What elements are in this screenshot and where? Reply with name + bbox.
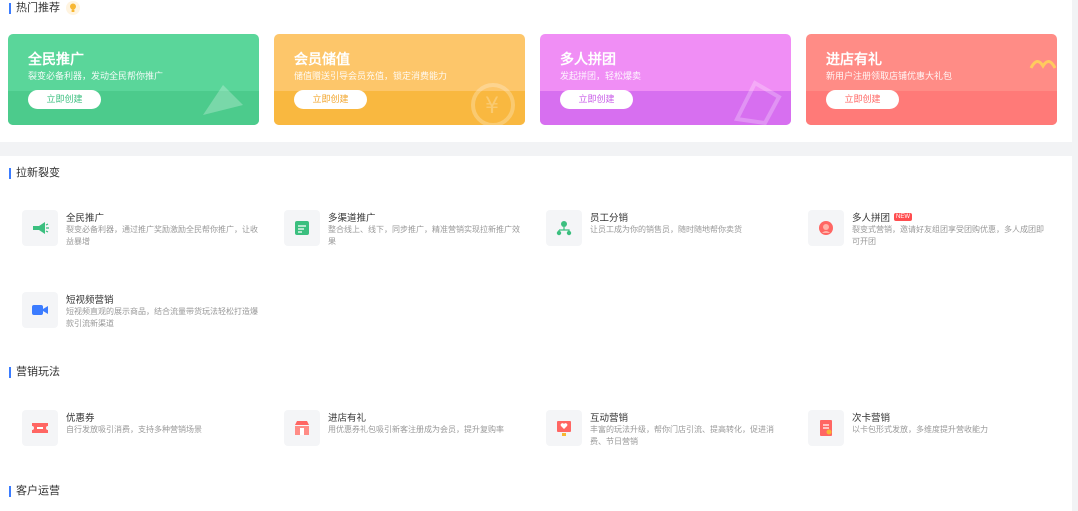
org-icon <box>546 210 582 246</box>
gift-ribbon-icon <box>1029 60 1057 69</box>
megaphone-icon <box>22 210 58 246</box>
section-title-customer-ops: 客户运营 <box>9 484 60 498</box>
card-title: 多人拼团 <box>560 51 616 67</box>
feature-name: 员工分销 <box>590 210 628 224</box>
feature-desc: 整合线上、线下，同步推广，精准营销实现拉新推广效果 <box>328 225 520 246</box>
create-promote-button[interactable]: 立即创建 <box>28 90 101 109</box>
feature-name-text: 多人拼团 <box>852 213 891 224</box>
feature-name-text: 员工分销 <box>590 213 629 224</box>
channel-icon <box>284 210 320 246</box>
feature-promote[interactable]: 全民推广 裂变必备利器，通过推广奖励激励全民帮你推广，让收益暴增 <box>22 210 262 250</box>
tools-panel: 拉新裂变 全民推广 裂变必备利器，通过推广奖励激励全民帮你推广，让收益暴增 多渠… <box>0 156 1072 511</box>
title-accent-bar <box>9 167 11 179</box>
feature-name: 多人拼团 NEW <box>852 210 913 224</box>
card-store-gift[interactable]: 进店有礼 新用户注册领取店铺优惠大礼包 立即创建 <box>806 34 1057 125</box>
card-subtitle: 裂变必备利器，发动全民帮你推广 <box>28 71 164 81</box>
section-title-marketing: 营销玩法 <box>9 365 60 379</box>
feature-desc: 丰富的玩法升级，帮你门店引流、提高转化，促进消费、节日营销 <box>590 425 774 446</box>
feature-name-text: 进店有礼 <box>328 413 367 424</box>
feature-coupon[interactable]: 优惠券 自行发放吸引消费，支持多种营销场景 <box>22 410 262 450</box>
card-subtitle: 新用户注册领取店铺优惠大礼包 <box>826 71 953 81</box>
title-accent-bar <box>9 2 11 14</box>
feature-name: 进店有礼 <box>328 410 366 424</box>
feature-desc: 以卡包形式发放，多维度提升营收能力 <box>852 425 988 434</box>
feature-times-card[interactable]: 次卡营销 以卡包形式发放，多维度提升营收能力 <box>808 410 1048 450</box>
card-group-buy[interactable]: 多人拼团 发起拼团，轻松爆卖 立即创建 <box>540 34 791 125</box>
card-member-stored-value[interactable]: ¥ 会员储值 储值赠送引导会员充值，锁定消费能力 立即创建 <box>274 34 525 125</box>
create-stored-value-button[interactable]: 立即创建 <box>294 90 367 109</box>
card-title: 进店有礼 <box>826 51 882 67</box>
feature-name: 次卡营销 <box>852 410 890 424</box>
feature-desc: 裂变式营销，邀请好友组团享受团购优惠，多人成团即可开团 <box>852 225 1044 246</box>
feature-desc: 裂变必备利器，通过推广奖励激励全民帮你推广，让收益暴增 <box>66 225 258 246</box>
feature-multi-channel[interactable]: 多渠道推广 整合线上、线下，同步推广，精准营销实现拉新推广效果 <box>284 210 524 250</box>
feature-name-text: 多渠道推广 <box>328 213 376 224</box>
feature-name-text: 优惠券 <box>66 413 95 424</box>
feature-desc: 短视频直观的展示商品，结合流量带货玩法轻松打造爆款引流新渠道 <box>66 307 258 328</box>
card-title: 全民推广 <box>28 51 84 67</box>
feature-name-text: 全民推广 <box>66 213 105 224</box>
feature-desc: 让员工成为你的销售员，随时随地帮你卖货 <box>590 225 742 234</box>
feature-desc: 自行发放吸引消费，支持多种营销场景 <box>66 425 202 434</box>
card-promote[interactable]: 全民推广 裂变必备利器，发动全民帮你推广 立即创建 <box>8 34 259 125</box>
feature-name-text: 次卡营销 <box>852 413 891 424</box>
section-title-text: 营销玩法 <box>16 366 60 378</box>
feature-staff-distribution[interactable]: 员工分销 让员工成为你的销售员，随时随地帮你卖货 <box>546 210 786 250</box>
feature-name: 短视频营销 <box>66 292 114 306</box>
card-title: 会员储值 <box>294 51 350 67</box>
card-icon <box>808 410 844 446</box>
section-title-text: 拉新裂变 <box>16 167 60 179</box>
feature-name-text: 短视频营销 <box>66 295 114 306</box>
interactive-icon <box>546 410 582 446</box>
feature-short-video[interactable]: 短视频营销 短视频直观的展示商品，结合流量带货玩法轻松打造爆款引流新渠道 <box>22 292 262 332</box>
feature-name-text: 互动营销 <box>590 413 629 424</box>
tag-icon <box>733 80 782 125</box>
title-accent-bar <box>9 485 11 497</box>
page-right-gutter <box>1072 0 1078 511</box>
hot-recommend-panel: 热门推荐 全民推广 裂变必备利器，发动全民帮你推广 立即创建 ¥ 会员储值 储值… <box>0 0 1072 142</box>
gift-shop-icon <box>284 410 320 446</box>
yen-icon: ¥ <box>471 83 515 125</box>
feature-name: 全民推广 <box>66 210 104 224</box>
coupon-icon <box>22 410 58 446</box>
feature-interactive-marketing[interactable]: 互动营销 丰富的玩法升级，帮你门店引流、提高转化，促进消费、节日营销 <box>546 410 786 450</box>
group-icon <box>808 210 844 246</box>
lightbulb-icon <box>66 1 80 15</box>
feature-group-buy[interactable]: 多人拼团 NEW 裂变式营销，邀请好友组团享受团购优惠，多人成团即可开团 <box>808 210 1048 250</box>
card-subtitle: 发起拼团，轻松爆卖 <box>560 71 642 81</box>
hot-section-title: 热门推荐 <box>9 1 80 15</box>
feature-name: 互动营销 <box>590 410 628 424</box>
section-title-text: 客户运营 <box>16 485 60 497</box>
hot-title-text: 热门推荐 <box>16 2 60 14</box>
feature-desc: 用优惠券礼包吸引新客注册成为会员，提升复购率 <box>328 425 504 434</box>
video-icon <box>22 292 58 328</box>
megaphone-icon <box>203 85 243 115</box>
feature-store-gift[interactable]: 进店有礼 用优惠券礼包吸引新客注册成为会员，提升复购率 <box>284 410 524 450</box>
svg-text:¥: ¥ <box>485 94 499 119</box>
card-subtitle: 储值赠送引导会员充值，锁定消费能力 <box>294 71 448 81</box>
feature-name: 多渠道推广 <box>328 210 376 224</box>
feature-name: 优惠券 <box>66 410 95 424</box>
section-title-acquisition: 拉新裂变 <box>9 166 60 180</box>
create-group-buy-button[interactable]: 立即创建 <box>560 90 633 109</box>
create-store-gift-button[interactable]: 立即创建 <box>826 90 899 109</box>
new-badge: NEW <box>894 213 913 221</box>
title-accent-bar <box>9 366 11 378</box>
